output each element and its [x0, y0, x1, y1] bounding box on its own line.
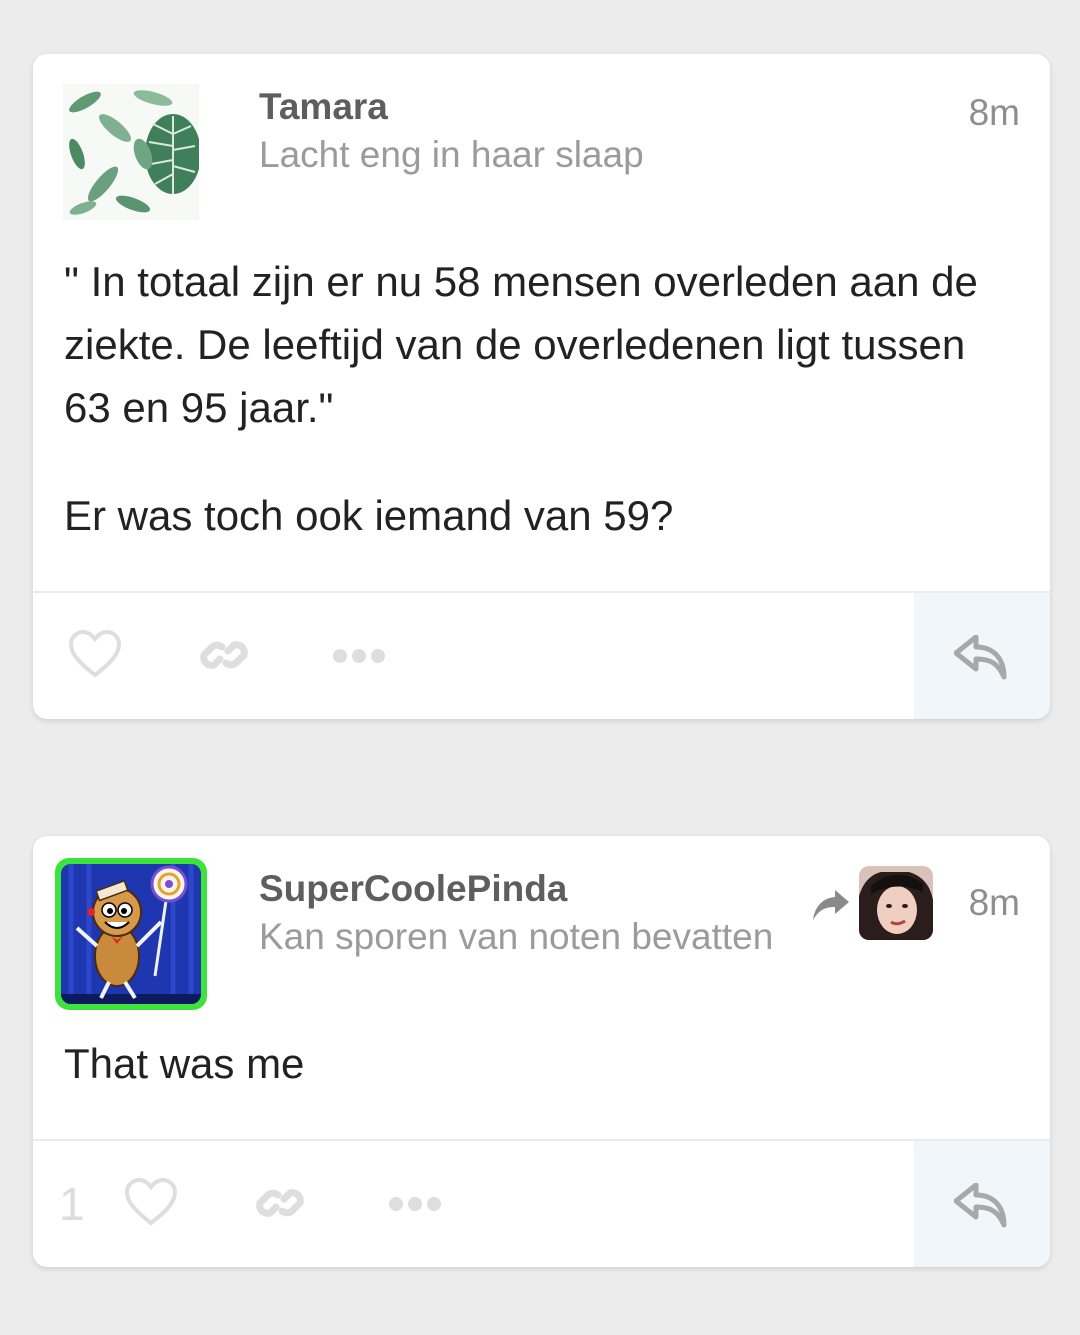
reply-button[interactable]: [914, 1141, 1050, 1267]
author-tagline: Lacht eng in haar slaap: [259, 134, 644, 175]
post-paragraph: " In totaal zijn er nu 58 mensen overled…: [64, 258, 978, 431]
heart-icon[interactable]: [67, 629, 123, 684]
reply-icon: [953, 634, 1010, 686]
leaf-pattern-avatar-image: [63, 84, 199, 220]
reshare-icon: [809, 888, 851, 929]
heart-icon[interactable]: [123, 1177, 179, 1232]
more-icon[interactable]: [388, 1196, 442, 1217]
link-icon[interactable]: [196, 627, 252, 688]
post-card: SuperCoolePinda Kan sporen van noten bev…: [33, 836, 1050, 1267]
author-name[interactable]: Tamara: [259, 86, 388, 128]
timestamp: 8m: [968, 92, 1020, 133]
author-name[interactable]: SuperCoolePinda: [259, 868, 567, 910]
avatar[interactable]: [63, 84, 199, 220]
post-paragraph: That was me: [64, 1040, 305, 1087]
action-bar: 1: [33, 1141, 1050, 1267]
post-paragraph: Er was toch ook iemand van 59?: [64, 492, 674, 539]
timestamp: 8m: [968, 882, 1020, 923]
more-icon[interactable]: [332, 648, 386, 669]
reply-icon: [953, 1182, 1010, 1234]
avatar[interactable]: [55, 858, 207, 1010]
reposter-avatar[interactable]: [859, 866, 933, 940]
peanut-mascot-avatar-image: [61, 864, 201, 1004]
link-icon[interactable]: [252, 1175, 308, 1236]
post-body: That was me: [64, 1032, 1010, 1095]
reply-button[interactable]: [914, 593, 1050, 719]
post-card: Tamara Lacht eng in haar slaap 8m " In t…: [33, 54, 1050, 719]
post-body: " In totaal zijn er nu 58 mensen overled…: [64, 250, 1010, 547]
author-tagline: Kan sporen van noten bevatten: [259, 916, 774, 957]
woman-with-cap-avatar-image: [859, 866, 933, 940]
action-bar: [33, 593, 1050, 719]
like-count: 1: [59, 1178, 85, 1230]
